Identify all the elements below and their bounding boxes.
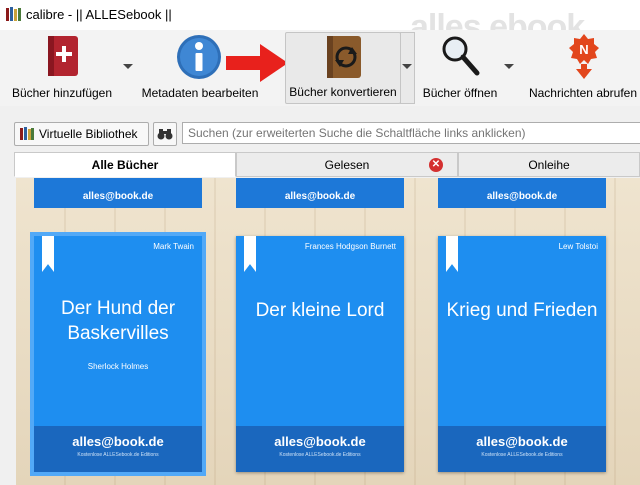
cover-grid: alles@book.de alles@book.de alles@book.d… — [16, 178, 640, 485]
cover-logo: alles@book.de — [284, 191, 356, 202]
binoculars-icon — [157, 129, 173, 140]
open-books-label: Bücher öffnen — [422, 86, 498, 100]
svg-text:N: N — [579, 42, 588, 57]
book-cover[interactable]: Mark Twain Der Hund der Baskervilles She… — [30, 232, 206, 476]
library-icon — [20, 127, 34, 140]
cover-footer: alles@book.de Kostenlose ALLESebook.de E… — [236, 426, 404, 472]
bookmark-icon — [244, 236, 256, 272]
book-cover[interactable]: Lew Tolstoi Krieg und Frieden alles@book… — [438, 236, 606, 472]
virtual-library-button[interactable]: Virtuelle Bibliothek — [14, 122, 149, 146]
cover-partial[interactable]: alles@book.de — [236, 178, 404, 208]
convert-books-button[interactable]: Bücher konvertieren — [285, 32, 401, 104]
library-tabs: Alle Bücher Gelesen ✕ Onleihe — [14, 152, 640, 178]
cover-partial[interactable]: alles@book.de — [34, 178, 202, 208]
close-tab-icon[interactable]: ✕ — [429, 158, 443, 172]
convert-books-label: Bücher konvertieren — [289, 85, 397, 99]
tab-gelesen[interactable]: Gelesen ✕ — [236, 152, 458, 177]
tab-alle-buecher[interactable]: Alle Bücher — [14, 152, 236, 177]
cover-footer-logo: alles@book.de — [72, 434, 164, 449]
advanced-search-button[interactable] — [153, 122, 177, 146]
red-arrow-annotation-icon — [226, 44, 288, 82]
cover-footer-logo: alles@book.de — [476, 434, 568, 449]
cover-logo: alles@book.de — [486, 191, 558, 202]
open-books-button[interactable]: Bücher öffnen — [416, 30, 504, 104]
cover-footer-tagline: Kostenlose ALLESebook.de Editions — [279, 452, 361, 458]
tab-onleihe[interactable]: Onleihe — [458, 152, 640, 177]
fetch-news-button[interactable]: N Nachrichten abrufen — [526, 30, 640, 104]
title-bar: calibre - || ALLESebook || alles ebook — [0, 0, 640, 46]
cover-footer-logo: alles@book.de — [274, 434, 366, 449]
convert-book-icon — [327, 36, 361, 78]
add-book-icon — [48, 36, 78, 76]
bookmark-icon — [42, 236, 54, 272]
book-title: Krieg und Frieden — [446, 300, 598, 321]
fetch-news-label: Nachrichten abrufen — [528, 86, 638, 100]
virtual-library-label: Virtuelle Bibliothek — [39, 127, 138, 141]
book-cover[interactable]: Frances Hodgson Burnett Der kleine Lord … — [236, 236, 404, 472]
info-icon — [177, 35, 221, 79]
edit-metadata-label: Metadaten bearbeiten — [141, 86, 259, 100]
bookmark-icon — [446, 236, 458, 272]
window-title: calibre - || ALLESebook || — [26, 7, 172, 22]
cover-partial[interactable]: alles@book.de — [438, 178, 606, 208]
cover-logo: alles@book.de — [82, 191, 154, 202]
book-author: Lew Tolstoi — [558, 242, 598, 251]
book-author: Mark Twain — [153, 242, 194, 251]
book-title: Der kleine Lord — [255, 300, 385, 321]
cover-footer-tagline: Kostenlose ALLESebook.de Editions — [77, 452, 159, 458]
cover-footer: alles@book.de Kostenlose ALLESebook.de E… — [438, 426, 606, 472]
add-books-button[interactable]: Bücher hinzufügen — [8, 30, 116, 104]
magnifier-icon — [442, 36, 480, 76]
add-books-dropdown-icon[interactable] — [123, 64, 133, 69]
search-bar: Virtuelle Bibliothek — [0, 116, 640, 150]
search-input[interactable] — [182, 122, 640, 144]
calibre-app-icon — [6, 7, 21, 21]
book-series: Sherlock Holmes — [87, 362, 149, 371]
tab-gelesen-label: Gelesen — [324, 158, 370, 172]
convert-books-dropdown[interactable] — [400, 32, 415, 104]
main-toolbar: Bücher hinzufügen Metadaten bearbeiten B… — [0, 30, 640, 106]
open-books-dropdown-icon[interactable] — [504, 64, 514, 69]
cover-footer-tagline: Kostenlose ALLESebook.de Editions — [481, 452, 563, 458]
add-books-label: Bücher hinzufügen — [11, 86, 113, 100]
news-download-icon: N — [569, 34, 599, 79]
cover-footer: alles@book.de Kostenlose ALLESebook.de E… — [34, 426, 202, 472]
book-author: Frances Hodgson Burnett — [304, 242, 396, 251]
chevron-down-icon — [402, 64, 412, 69]
book-title: Der Hund der Baskervilles — [60, 298, 176, 344]
